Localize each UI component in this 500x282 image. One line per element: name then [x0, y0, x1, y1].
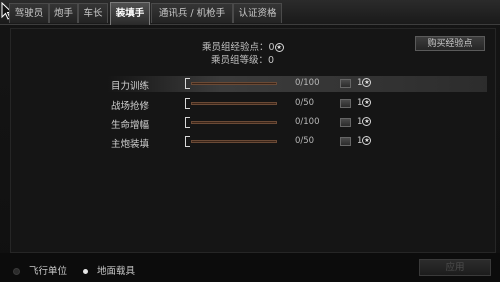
tab-radio-machinegunner[interactable]: 通讯兵 / 机枪手 — [151, 3, 233, 23]
skill-progress-bar[interactable] — [191, 140, 277, 143]
unit-option-aircraft[interactable]: 飞行单位 — [13, 263, 67, 277]
skill-cost: 1 ★ — [357, 117, 372, 127]
unit-option-label: 地面载具 — [97, 266, 136, 277]
skills-pane: 乘员组经验点：0 ★ 乘员组等级：0 购买经验点 目力训练 0/100 1 ★ 战场抢修 0… — [10, 28, 496, 253]
increase-skill-button[interactable] — [340, 79, 351, 88]
star-icon: ★ — [362, 78, 372, 87]
star-icon: ★ — [362, 117, 372, 126]
tab-commander[interactable]: 车长 — [78, 3, 108, 23]
tab-loader[interactable]: 装填手 — [110, 2, 150, 25]
unit-option-ground-vehicle[interactable]: 地面载具 — [83, 263, 135, 277]
skill-progress-bar[interactable] — [191, 102, 277, 105]
crew-level-line: 乘员组等级：0 — [211, 52, 274, 66]
crew-tab-bar: 驾驶员 炮手 车长 装填手 通讯兵 / 机枪手 认证资格 — [0, 0, 500, 25]
crew-level-value: 0 — [268, 55, 275, 66]
skill-cost: 1 ★ — [357, 78, 372, 88]
skill-name: 生命增幅 — [111, 120, 150, 131]
radio-selected-icon — [83, 269, 88, 274]
star-icon: ★ — [362, 136, 372, 145]
skill-cost: 1 ★ — [357, 98, 372, 108]
crew-level-label: 乘员组等级： — [211, 55, 269, 66]
skill-value: 0/50 — [295, 136, 315, 146]
buy-exp-button[interactable]: 购买经验点 — [415, 36, 485, 51]
skill-row[interactable]: 目力训练 0/100 1 ★ — [107, 76, 487, 92]
slider-handle[interactable] — [185, 78, 190, 89]
skill-row[interactable]: 主炮装填 0/50 1 ★ — [107, 134, 487, 150]
increase-skill-button[interactable] — [340, 118, 351, 127]
footer-bar: 飞行单位 地面载具 应用 — [0, 253, 500, 282]
skill-value: 0/100 — [295, 78, 320, 88]
crew-exp-line: 乘员组经验点：0 ★ — [202, 39, 284, 53]
slider-handle[interactable] — [185, 117, 190, 128]
unit-option-label: 飞行单位 — [29, 266, 68, 277]
radio-unselected-icon — [13, 268, 20, 275]
skill-row[interactable]: 战场抢修 0/50 1 ★ — [107, 96, 487, 112]
skill-progress-bar[interactable] — [191, 121, 277, 124]
increase-skill-button[interactable] — [340, 99, 351, 108]
apply-button[interactable]: 应用 — [419, 259, 491, 276]
tab-gunner[interactable]: 炮手 — [49, 3, 78, 23]
skill-name: 目力训练 — [111, 81, 150, 92]
tab-qualification[interactable]: 认证资格 — [233, 3, 282, 23]
skill-value: 0/50 — [295, 98, 315, 108]
slider-handle[interactable] — [185, 136, 190, 147]
skill-name: 战场抢修 — [111, 101, 150, 112]
star-icon: ★ — [362, 98, 372, 107]
skill-name: 主炮装填 — [111, 139, 150, 150]
crew-window: 驾驶员 炮手 车长 装填手 通讯兵 / 机枪手 认证资格 乘员组经验点：0 ★ 乘… — [0, 0, 500, 282]
skill-row[interactable]: 生命增幅 0/100 1 ★ — [107, 115, 487, 131]
tab-driver[interactable]: 驾驶员 — [9, 3, 49, 23]
skill-value: 0/100 — [295, 117, 320, 127]
star-icon: ★ — [274, 43, 284, 52]
skill-cost: 1 ★ — [357, 136, 372, 146]
slider-handle[interactable] — [185, 98, 190, 109]
skill-progress-bar[interactable] — [191, 82, 277, 85]
increase-skill-button[interactable] — [340, 137, 351, 146]
